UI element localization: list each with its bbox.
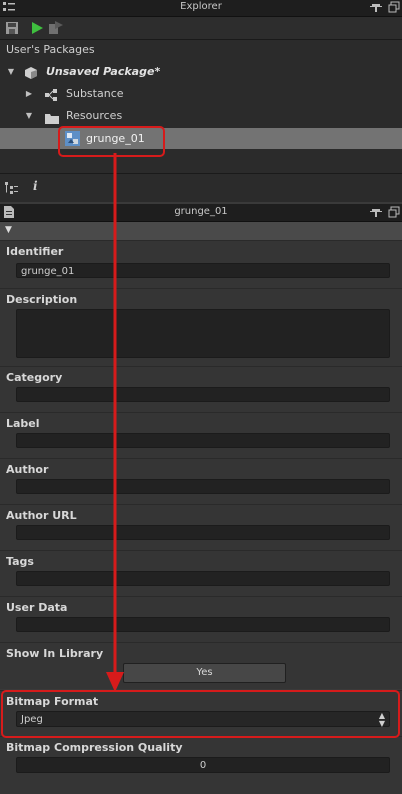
properties-title-bar: grunge_01 <box>0 204 402 222</box>
category-input[interactable] <box>16 387 390 402</box>
author-input[interactable] <box>16 479 390 494</box>
label-label: Label <box>6 417 40 430</box>
label-input[interactable] <box>16 433 390 448</box>
show-in-library-section: Show In Library Yes <box>0 642 402 689</box>
author-url-input[interactable] <box>16 525 390 540</box>
tree-item-label: Resources <box>66 109 123 122</box>
description-label: Description <box>6 293 78 306</box>
tree-item-package[interactable]: ▼ Unsaved Package* <box>0 62 402 82</box>
tree-item-label: Unsaved Package* <box>46 65 161 78</box>
bitmap-compression-section: Bitmap Compression Quality 0 <box>0 736 402 794</box>
float-window-icon[interactable] <box>388 1 400 13</box>
user-data-section: User Data <box>0 596 402 643</box>
properties-title: grunge_01 <box>174 206 228 217</box>
identifier-section: Identifier grunge_01 <box>0 240 402 289</box>
expand-arrow-icon[interactable]: ▼ <box>6 62 16 82</box>
publish-icon[interactable] <box>49 21 63 38</box>
explorer-title-bar: Explorer <box>0 0 402 17</box>
play-icon[interactable] <box>31 22 43 37</box>
identifier-label: Identifier <box>6 245 64 258</box>
show-in-library-label: Show In Library <box>6 647 104 660</box>
properties-group-header[interactable]: ▼ <box>0 222 402 240</box>
annotation-arrow <box>106 153 124 692</box>
tree-item-substance[interactable]: ▶ Substance <box>0 84 402 104</box>
pin-icon[interactable] <box>370 1 382 13</box>
show-in-library-toggle[interactable]: Yes <box>123 663 286 683</box>
user-data-label: User Data <box>6 601 68 614</box>
tags-label: Tags <box>6 555 34 568</box>
explorer-bottom-toolbar: i <box>0 174 402 202</box>
highlight-box-bitmap-format <box>1 690 400 738</box>
author-url-section: Author URL <box>0 504 402 551</box>
pin-icon[interactable] <box>370 206 382 218</box>
expand-arrow-icon[interactable]: ▼ <box>24 106 34 126</box>
label-section: Label <box>0 412 402 459</box>
description-textarea[interactable] <box>16 309 390 358</box>
tree-item-label: Substance <box>66 87 124 100</box>
float-window-icon[interactable] <box>388 206 400 218</box>
category-section: Category <box>0 366 402 413</box>
save-icon[interactable] <box>6 22 18 37</box>
bitmap-compression-label: Bitmap Compression Quality <box>6 741 183 754</box>
graph-nodes-icon <box>45 88 58 108</box>
tree-item-resources[interactable]: ▼ Resources <box>0 106 402 126</box>
identifier-input[interactable]: grunge_01 <box>16 263 390 278</box>
category-label: Category <box>6 371 63 384</box>
author-url-label: Author URL <box>6 509 77 522</box>
tags-section: Tags <box>0 550 402 597</box>
collapse-arrow-icon[interactable]: ▶ <box>24 84 34 104</box>
info-icon[interactable]: i <box>33 179 38 193</box>
user-data-input[interactable] <box>16 617 390 632</box>
explorer-toolbar <box>0 17 402 39</box>
package-icon <box>25 66 37 86</box>
users-packages-label: User's Packages <box>6 43 95 56</box>
tree-structure-icon[interactable] <box>5 182 18 197</box>
bitmap-compression-input[interactable]: 0 <box>16 757 390 773</box>
group-collapse-icon[interactable]: ▼ <box>5 225 12 235</box>
author-label: Author <box>6 463 49 476</box>
tags-input[interactable] <box>16 571 390 586</box>
description-section: Description <box>0 288 402 367</box>
author-section: Author <box>0 458 402 505</box>
explorer-title: Explorer <box>180 1 222 12</box>
